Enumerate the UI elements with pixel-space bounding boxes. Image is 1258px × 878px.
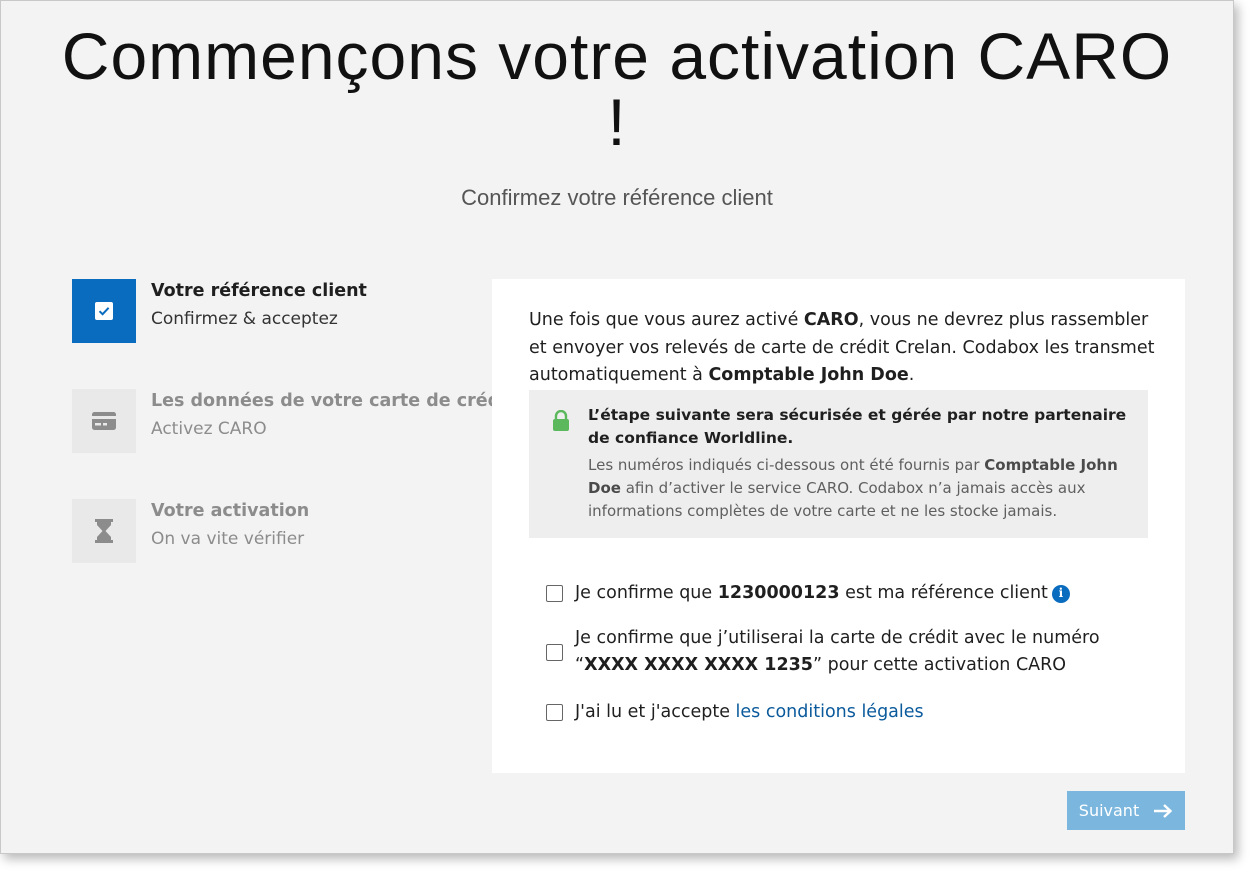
secure-notice-title: L’étape suivante sera sécurisée et gérée… <box>588 406 1127 447</box>
accountant-name: Comptable John Doe <box>708 365 909 385</box>
next-button-label: Suivant <box>1078 801 1140 820</box>
page-subtitle: Confirmez votre référence client <box>461 185 773 210</box>
confirm-card-checkbox[interactable] <box>546 644 563 661</box>
step-1-icon-box <box>72 279 136 343</box>
confirm-reference-label: Je confirme que 1230000123 est ma référe… <box>575 580 1070 607</box>
step-description: Confirmez & acceptez <box>151 309 338 329</box>
step-description: On va vite vérifier <box>151 529 305 549</box>
info-icon[interactable]: i <box>1051 584 1070 603</box>
card-number-value: XXXX XXXX XXXX 1235 <box>584 655 813 675</box>
intro-text: Une fois que vous aurez activé CARO, vou… <box>529 310 1155 385</box>
confirm-reference-checkbox[interactable] <box>546 585 563 602</box>
step-customer-reference: Votre référence client Confirmez & accep… <box>72 279 482 343</box>
accept-legal-checkbox[interactable] <box>546 704 563 721</box>
checkbox-icon <box>95 302 113 320</box>
step-title: Les données de votre carte de crédit <box>151 391 515 411</box>
next-button[interactable]: Suivant <box>1067 791 1185 830</box>
hourglass-icon <box>95 519 113 543</box>
app-window: Commençons votre activation CARO ! Confi… <box>0 0 1234 854</box>
caro-name: CARO <box>803 310 859 330</box>
accept-legal-label: J'ai lu et j'accepte les conditions léga… <box>575 702 924 722</box>
lock-icon <box>553 410 569 431</box>
client-reference-value: 1230000123 <box>717 583 840 603</box>
step-title: Votre activation <box>151 501 310 521</box>
step-credit-card-data: Les données de votre carte de crédit Act… <box>72 389 515 453</box>
step-3-icon-box <box>72 499 136 563</box>
page-title: Commençons votre activation CARO ! <box>61 19 1173 159</box>
credit-card-icon <box>92 412 116 430</box>
step-title: Votre référence client <box>151 281 367 301</box>
step-activation: Votre activation On va vite vérifier <box>72 499 482 563</box>
secure-notice-text: Les numéros indiqués ci-dessous ont été … <box>588 456 1118 520</box>
confirm-card-label: Je confirme que j’utiliserai la carte de… <box>575 628 1100 675</box>
legal-conditions-link[interactable]: les conditions légales <box>736 702 924 722</box>
arrow-right-icon <box>1154 803 1173 818</box>
step-description: Activez CARO <box>151 419 267 439</box>
confirmation-card: Une fois que vous aurez activé CARO, vou… <box>492 279 1185 773</box>
secure-notice: L’étape suivante sera sécurisée et gérée… <box>529 390 1148 538</box>
step-2-icon-box <box>72 389 136 453</box>
